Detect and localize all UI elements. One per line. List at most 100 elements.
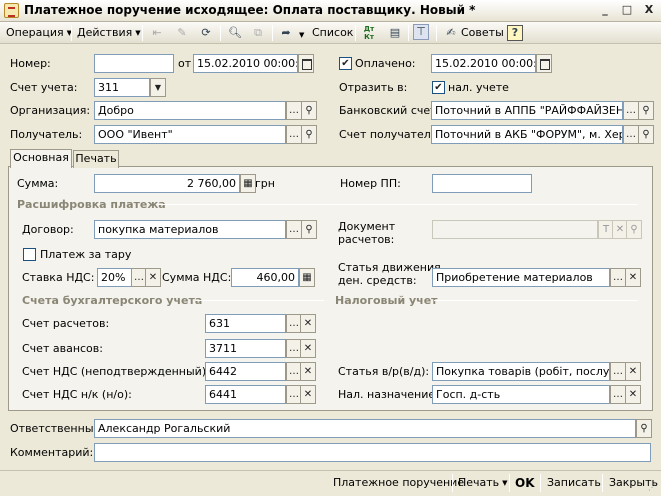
search-icon[interactable]: ⚲	[638, 125, 654, 144]
dropdown-arrow-icon[interactable]: ▼	[299, 31, 304, 39]
date-input[interactable]: 15.02.2010 00:00:00	[193, 54, 298, 73]
toolbar-separator	[142, 25, 143, 41]
tax-accounting-checkbox[interactable]: ✔	[432, 81, 445, 94]
save-button[interactable]: Записать	[547, 475, 601, 491]
clear-icon[interactable]: ✕	[300, 314, 316, 333]
sum-input[interactable]: 2 760,00	[94, 174, 240, 193]
ellipsis-icon[interactable]: …	[286, 101, 302, 120]
vat-sum-input[interactable]: 460,00	[231, 268, 299, 287]
tax-purpose-input[interactable]: Госп. д-сть	[432, 385, 610, 404]
tab-print[interactable]: Печать	[73, 150, 119, 168]
structure-icon[interactable]: ⊤	[413, 24, 429, 40]
section-divider	[434, 300, 638, 301]
section-divider	[196, 300, 324, 301]
toolbar-separator	[220, 25, 221, 41]
cashflow-label-2: ден. средств:	[338, 274, 417, 287]
cashflow-input[interactable]: Приобретение материалов	[432, 268, 610, 287]
bank-account-input[interactable]: Поточний в АППБ "РАЙФФАЙЗЕН Е	[431, 101, 623, 120]
comment-label: Комментарий:	[10, 446, 94, 459]
ellipsis-icon[interactable]: …	[623, 101, 639, 120]
vat-account-label: Счет НДС (неподтвержденный):	[22, 365, 210, 378]
search-icon[interactable]: ⚲	[301, 125, 317, 144]
search-icon[interactable]: ⚲	[626, 220, 642, 239]
organization-input[interactable]: Добро	[94, 101, 286, 120]
calculator-icon[interactable]: ▦	[299, 268, 315, 287]
advice-icon[interactable]: ✍	[443, 25, 459, 41]
copy-disabled-icon[interactable]: ⧉	[250, 25, 266, 41]
ellipsis-icon[interactable]: …	[610, 268, 626, 287]
settlement-account-label: Счет расчетов:	[22, 317, 110, 330]
bottom-separator	[509, 474, 510, 492]
section-divider	[158, 204, 638, 205]
vat-account-input[interactable]: 6442	[205, 362, 286, 381]
operation-menu[interactable]: Операция ▼	[6, 24, 72, 42]
calendar-icon[interactable]	[536, 54, 552, 73]
ellipsis-icon[interactable]: …	[286, 125, 302, 144]
clear-icon[interactable]: ✕	[625, 268, 641, 287]
clear-icon[interactable]: ✕	[300, 385, 316, 404]
settlement-doc-input[interactable]	[432, 220, 598, 239]
document-find-icon[interactable]: 🔍︎	[227, 25, 243, 41]
pp-number-input[interactable]	[432, 174, 532, 193]
recipient-account-input[interactable]: Поточний в АКБ "ФОРУМ", м. Херсо	[431, 125, 623, 144]
vat-rate-input[interactable]: 20%	[97, 268, 132, 287]
chevron-down-icon[interactable]: ▼	[150, 78, 166, 97]
tax-accounting-label: нал. учете	[448, 81, 509, 94]
clear-icon[interactable]: ✕	[145, 268, 161, 287]
search-icon[interactable]: ⚲	[636, 419, 652, 438]
calendar-icon[interactable]	[298, 54, 314, 73]
bottom-separator	[452, 474, 453, 492]
vat-nk-account-input[interactable]: 6441	[205, 385, 286, 404]
help-button[interactable]: ?	[507, 25, 523, 41]
edit-disabled-icon[interactable]: ✎	[174, 25, 190, 41]
comment-input[interactable]	[94, 443, 651, 462]
advance-account-label: Счет авансов:	[22, 342, 103, 355]
article-input[interactable]: Покупка товарів (робіт, послуг)	[432, 362, 610, 381]
tare-payment-checkbox[interactable]	[23, 248, 36, 261]
paid-checkbox[interactable]: ✔	[339, 57, 352, 70]
clear-icon[interactable]: ✕	[625, 362, 641, 381]
reflect-label: Отразить в:	[339, 81, 408, 94]
calculator-icon[interactable]: ▦	[240, 174, 256, 193]
settlement-doc-label: Документ	[338, 220, 396, 233]
operation-menu-label: Операция	[6, 26, 64, 39]
recipient-account-label: Счет получателя:	[339, 128, 442, 141]
report-icon[interactable]: ▤	[387, 25, 403, 41]
resize-grip-icon[interactable]: ⋰	[648, 484, 658, 494]
actions-menu[interactable]: Действия ▼	[77, 24, 141, 42]
maximize-button[interactable]: □	[619, 3, 635, 18]
ellipsis-icon[interactable]: …	[610, 362, 626, 381]
paid-date-input[interactable]: 15.02.2010 00:00:00	[431, 54, 536, 73]
ellipsis-icon[interactable]: …	[610, 385, 626, 404]
search-icon[interactable]: ⚲	[638, 101, 654, 120]
clear-icon[interactable]: ✕	[300, 362, 316, 381]
clear-icon[interactable]: ✕	[300, 339, 316, 358]
dt-kt-icon[interactable]: Дт Кт	[361, 25, 377, 41]
advance-account-input[interactable]: 3711	[205, 339, 286, 358]
refresh-icon[interactable]: ⟳	[198, 25, 214, 41]
go-to-icon[interactable]: ➦	[278, 25, 294, 41]
advice-button[interactable]: Советы	[461, 24, 504, 42]
search-icon[interactable]: ⚲	[301, 101, 317, 120]
close-window-button[interactable]: X	[641, 3, 657, 18]
window-title: Платежное поручение исходящее: Оплата по…	[24, 3, 476, 17]
recipient-input[interactable]: ООО "Ивент"	[94, 125, 286, 144]
tab-main[interactable]: Основная	[10, 149, 72, 168]
print-menu-button[interactable]: Печать ▼	[458, 475, 508, 491]
ellipsis-icon[interactable]: …	[623, 125, 639, 144]
move-up-icon[interactable]: ⇤	[149, 25, 165, 41]
search-icon[interactable]: ⚲	[301, 220, 317, 239]
responsible-input[interactable]: Александр Рогальский	[94, 419, 636, 438]
clear-icon[interactable]: ✕	[625, 385, 641, 404]
payment-order-button[interactable]: Платежное поручение	[333, 475, 464, 491]
list-button[interactable]: Список	[312, 24, 353, 42]
settlement-account-input[interactable]: 631	[205, 314, 286, 333]
contract-input[interactable]: покупка материалов	[94, 220, 286, 239]
account-select[interactable]: 311	[94, 78, 150, 97]
number-input[interactable]	[94, 54, 174, 73]
ok-button[interactable]: OK	[515, 475, 535, 491]
minimize-button[interactable]: _	[597, 3, 613, 18]
ellipsis-icon[interactable]: …	[286, 220, 302, 239]
responsible-label: Ответственный:	[10, 422, 105, 435]
tax-accounting-title: Налоговый учет	[335, 294, 438, 307]
